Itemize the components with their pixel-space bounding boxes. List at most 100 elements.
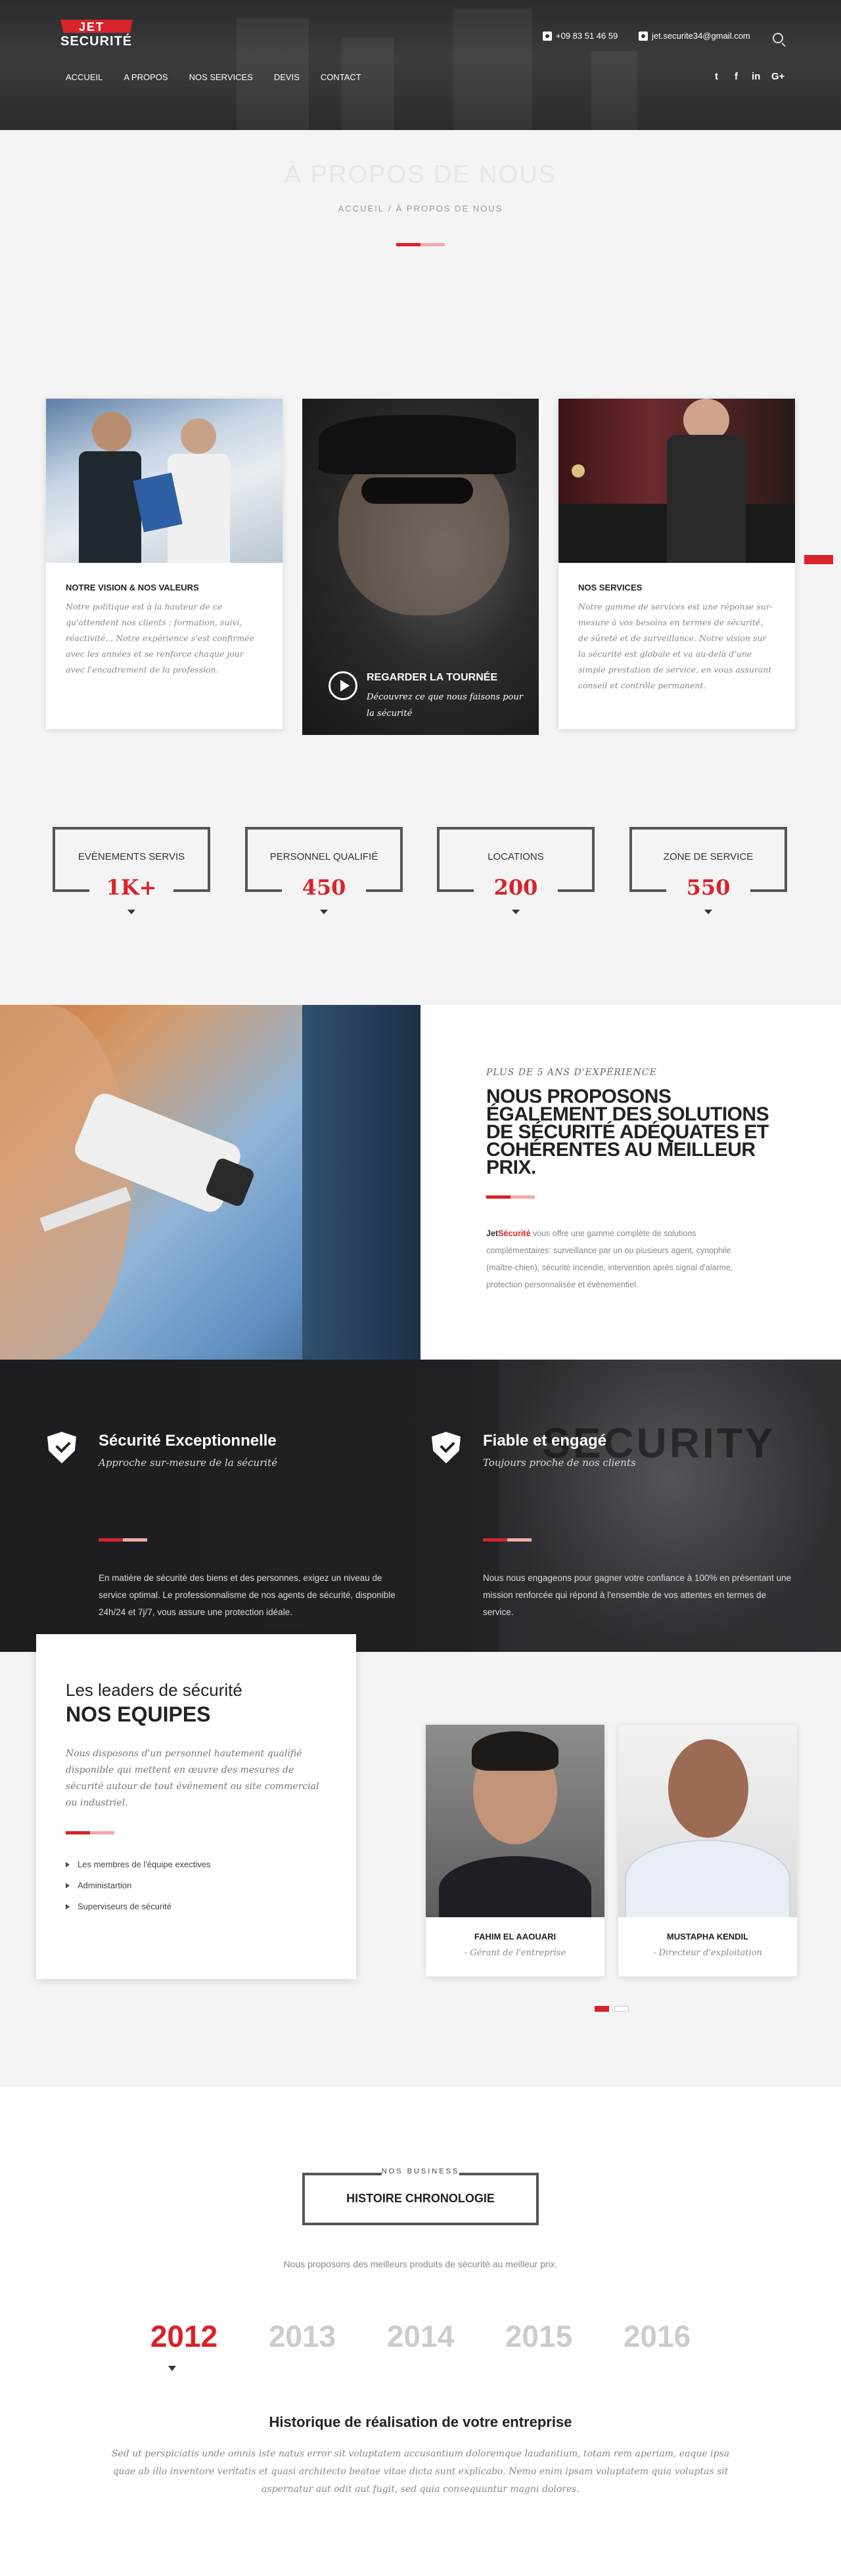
- team-list: Les membres de l'équipe exectives Admini…: [66, 1854, 211, 1917]
- list-item[interactable]: Superviseurs de sécurité: [66, 1896, 211, 1917]
- about-heading: NOUS PROPOSONS ÉGALEMENT DES SOLUTIONS D…: [486, 1086, 769, 1178]
- member-name: FAHIM EL AAOUARI: [474, 1932, 557, 1942]
- phone-contact[interactable]: +09 83 51 46 59: [543, 31, 618, 41]
- year-tab-2012[interactable]: 2012: [135, 2319, 233, 2354]
- background-building: [453, 9, 532, 130]
- site-logo[interactable]: JET SECURITÉ: [60, 20, 133, 49]
- feature-divider: [483, 1538, 532, 1542]
- stat-label: ZONE DE SERVICE: [663, 851, 754, 862]
- vision-text: Notre politique est à la hauteur de ce q…: [66, 602, 254, 675]
- timeline-years: 2012 2013 2014 2015 2016: [131, 2319, 710, 2354]
- search-icon[interactable]: [773, 33, 783, 43]
- caret-down-icon: [127, 910, 135, 914]
- features-section: SECURITY Sécurité Exceptionnelle Approch…: [0, 1360, 841, 1652]
- vision-card: NOTRE VISION & NOS VALEURS Notre politiq…: [46, 399, 283, 729]
- twitter-icon[interactable]: t: [715, 71, 718, 82]
- video-title[interactable]: REGARDER LA TOURNÉE: [367, 672, 497, 684]
- feature-divider: [99, 1538, 147, 1542]
- about-kicker: PLUS DE 5 ANS D'EXPÉRIENCE: [486, 1067, 657, 1078]
- site-header: JET SECURITÉ +09 83 51 46 59 jet.securit…: [0, 0, 841, 130]
- team-member-card[interactable]: FAHIM EL AAOUARI - Gérant de l'entrepris…: [426, 1725, 604, 1976]
- shield-check-icon: [47, 1432, 76, 1463]
- services-image: [558, 399, 795, 563]
- history-text: Sed ut perspiciatis unde omnis iste natu…: [111, 2449, 730, 2495]
- team-intro-card: Les leaders de sécurité NOS EQUIPES Nous…: [36, 1634, 356, 1979]
- member-role: - Directeur d'exploitation: [653, 1948, 762, 1958]
- services-card: NOS SERVICES Notre gamme de services est…: [558, 399, 795, 729]
- team-text: Nous disposons d'un personnel hautement …: [66, 1748, 319, 1808]
- about-section: PLUS DE 5 ANS D'EXPÉRIENCE NOUS PROPOSON…: [420, 1005, 841, 1360]
- history-title: HISTOIRE CHRONOLOGIE: [346, 2192, 495, 2205]
- team-divider: [66, 1831, 114, 1834]
- team-subtitle: Les leaders de sécurité: [66, 1680, 242, 1700]
- sunglasses-shape: [361, 477, 473, 504]
- history-kicker: NOS BUSINESS: [381, 2167, 460, 2175]
- google-plus-icon[interactable]: G+: [771, 71, 784, 82]
- feature-title: Fiable et engagé: [483, 1432, 607, 1450]
- shield-check-icon: [432, 1432, 461, 1463]
- vision-title: NOTRE VISION & NOS VALEURS: [66, 583, 199, 592]
- phone-icon: [543, 31, 552, 41]
- vision-image: [46, 399, 283, 563]
- caret-down-icon: [168, 2366, 176, 2371]
- history-section: NOS BUSINESS HISTOIRE CHRONOLOGIE Nous p…: [0, 2087, 841, 2576]
- feature-tagline: Approche sur-mesure de la sécurité: [99, 1457, 278, 1469]
- year-tab-2016[interactable]: 2016: [608, 2319, 706, 2354]
- facebook-icon[interactable]: f: [735, 71, 738, 82]
- stat-label: PERSONNEL QUALIFIÉ: [269, 851, 378, 862]
- stat-label: LOCATIONS: [488, 851, 544, 862]
- cctv-image: [0, 1005, 420, 1360]
- nav-accueil[interactable]: ACCUEIL: [66, 72, 102, 82]
- stat-events: EVÈNEMENTS SERVIS 1K+: [53, 827, 210, 914]
- background-building: [342, 38, 394, 130]
- history-heading: Historique de réalisation de votre entre…: [269, 2414, 572, 2430]
- list-item[interactable]: Les membres de l'équipe exectives: [66, 1854, 211, 1875]
- year-tab-2015[interactable]: 2015: [489, 2319, 588, 2354]
- nav-nos-services[interactable]: NOS SERVICES: [189, 72, 253, 82]
- video-card[interactable]: REGARDER LA TOURNÉE Découvrez ce que nou…: [302, 399, 539, 735]
- year-tab-2013[interactable]: 2013: [253, 2319, 352, 2354]
- stat-value: 450: [302, 875, 346, 900]
- play-icon[interactable]: [329, 671, 357, 700]
- team-member-card[interactable]: MUSTAPHA KENDIL - Directeur d'exploitati…: [618, 1725, 797, 1976]
- nav-devis[interactable]: DEVIS: [274, 72, 300, 82]
- email-contact[interactable]: jet.securite34@gmail.com: [639, 31, 750, 41]
- caret-down-icon: [320, 910, 328, 914]
- stat-value: 200: [493, 875, 538, 900]
- member-name: MUSTAPHA KENDIL: [666, 1932, 749, 1942]
- cap-shape: [319, 415, 516, 474]
- nav-a-propos[interactable]: A PROPOS: [124, 72, 168, 82]
- email-icon: [639, 31, 648, 41]
- stat-staff: PERSONNEL QUALIFIÉ 450: [245, 827, 403, 914]
- member-photo: [618, 1725, 797, 1917]
- video-text: Découvrez ce que nous faisons pour la sé…: [367, 692, 523, 719]
- title-divider: [396, 243, 445, 246]
- background-building: [591, 51, 637, 130]
- about-divider: [486, 1195, 535, 1199]
- stat-label: EVÈNEMENTS SERVIS: [78, 851, 185, 862]
- stat-value: 550: [686, 875, 731, 900]
- breadcrumb-separator: /: [388, 204, 392, 213]
- pagination-dot[interactable]: [614, 2006, 629, 2012]
- pagination-dot-active[interactable]: [595, 2006, 609, 2012]
- carousel-pagination: [595, 2006, 629, 2012]
- feature-title: Sécurité Exceptionnelle: [99, 1432, 277, 1450]
- side-tab[interactable]: [804, 555, 833, 564]
- feature-text: Nous nous engageons pour gagner votre co…: [483, 1573, 792, 1617]
- services-text: Notre gamme de services est une réponse …: [578, 602, 773, 690]
- list-item[interactable]: Administartion: [66, 1875, 211, 1896]
- breadcrumb: ACCUEIL / À PROPOS DE NOUS: [0, 204, 841, 213]
- year-tab-2014[interactable]: 2014: [371, 2319, 470, 2354]
- breadcrumb-current: À PROPOS DE NOUS: [396, 204, 503, 213]
- stat-locations: LOCATIONS 200: [437, 827, 595, 914]
- breadcrumb-home[interactable]: ACCUEIL: [338, 204, 384, 213]
- brand-name: JetSécurité: [486, 1229, 531, 1238]
- main-nav: ACCUEIL A PROPOS NOS SERVICES DEVIS CONT…: [66, 72, 361, 82]
- stat-value: 1K+: [106, 875, 157, 900]
- nav-contact[interactable]: CONTACT: [321, 72, 361, 82]
- page-title: À PROPOS DE NOUS: [284, 161, 557, 189]
- about-text: JetSécurité vous offre une gamme complèt…: [486, 1229, 733, 1289]
- linkedin-icon[interactable]: in: [752, 71, 760, 82]
- feature-text: En matière de sécurité des biens et des …: [99, 1573, 396, 1617]
- member-role: - Gérant de l'entreprise: [464, 1948, 566, 1958]
